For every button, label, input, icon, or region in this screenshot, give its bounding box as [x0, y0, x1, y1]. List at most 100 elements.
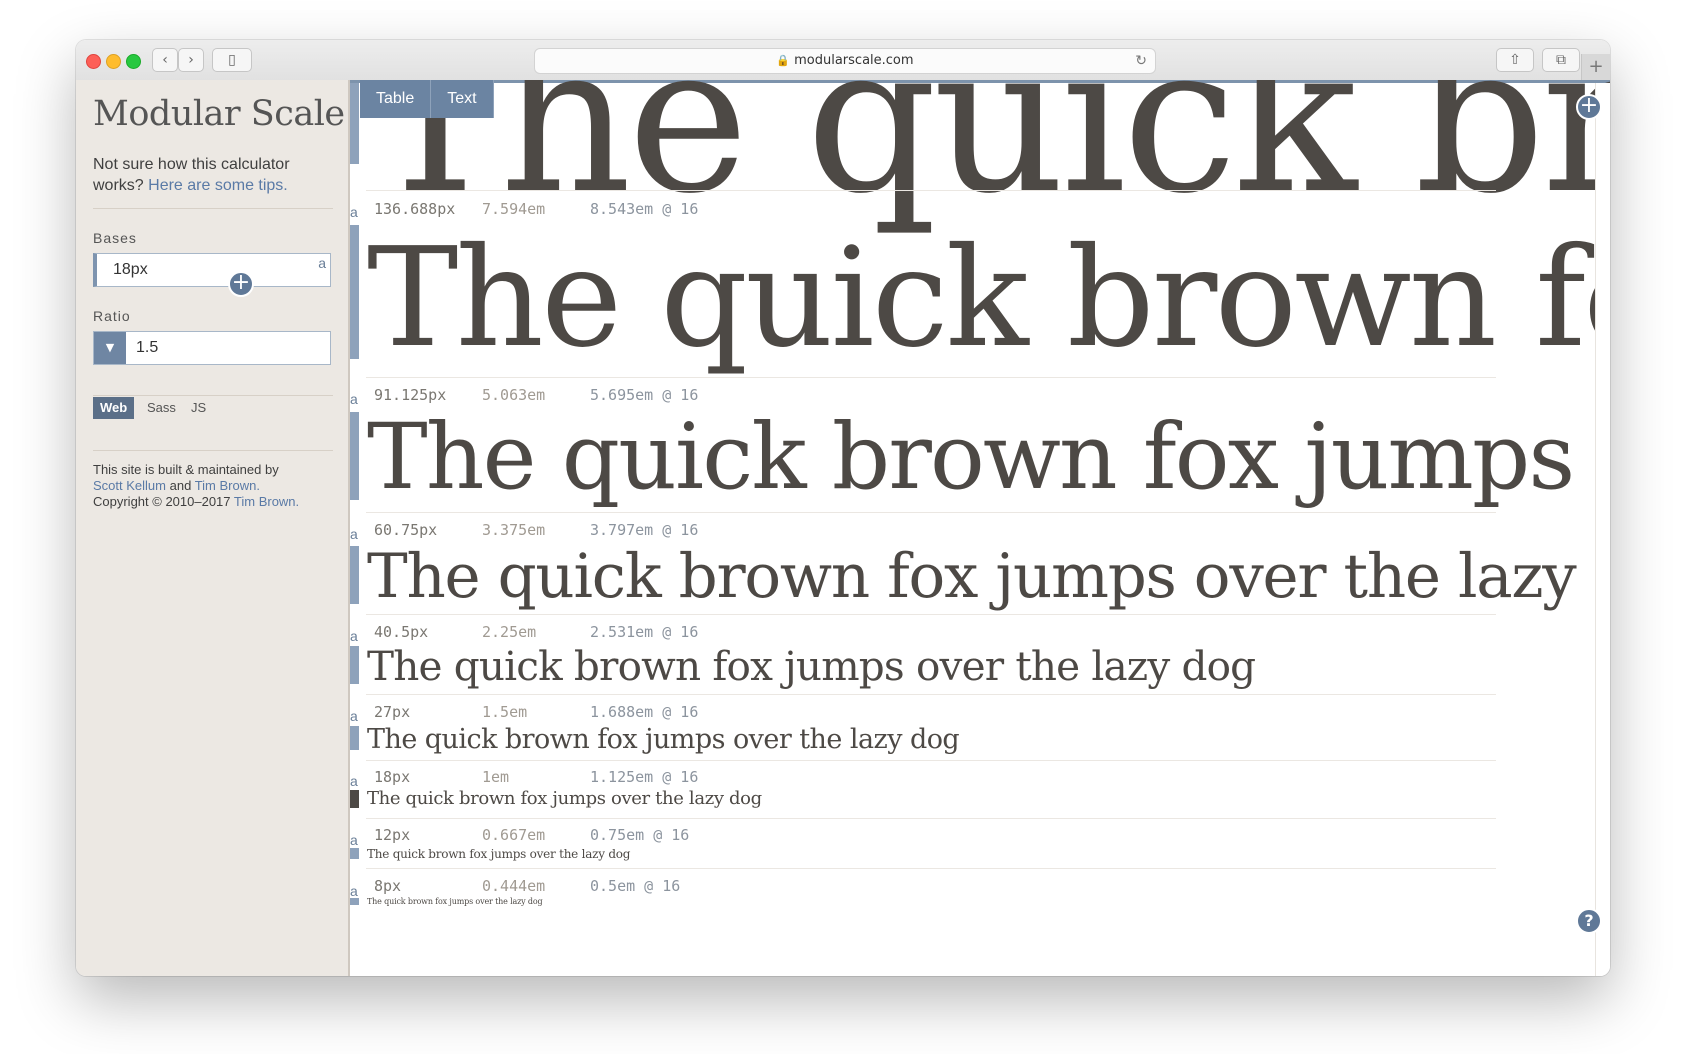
plus-icon: +: [231, 270, 251, 295]
scale-sample-6: The quick brown fox jumps over the lazy …: [367, 788, 762, 809]
scale-rem: 1.688em @ 16: [590, 703, 699, 721]
forward-button[interactable]: ›: [178, 48, 204, 72]
tabs-icon: ⧉: [1556, 52, 1566, 68]
scale-em: 2.25em: [482, 623, 537, 641]
close-window-button[interactable]: [86, 54, 101, 69]
scale-sample-3: The quick brown fox jumps over the lazy …: [367, 541, 1610, 612]
scale-sample-1: The quick brown fox jumps over the lazy …: [367, 219, 1610, 378]
browser-toolbar: ‹ › ▯ 🔒 modularscale.com ↻ ⇧ ⧉ +: [76, 40, 1610, 81]
base-a-badge: a: [318, 255, 326, 271]
scale-rem: 5.695em @ 16: [590, 386, 699, 404]
row-divider: [366, 377, 1496, 378]
credits: This site is built & maintained by Scott…: [93, 462, 333, 510]
tips-text: Not sure how this calculator works? Here…: [93, 154, 333, 196]
share-button[interactable]: ⇧: [1496, 48, 1534, 72]
scale-sample-2: The quick brown fox jumps over the lazy …: [367, 405, 1610, 510]
scale-bar: [350, 646, 359, 684]
tab-text[interactable]: Text: [431, 80, 494, 118]
tab-table[interactable]: Table: [360, 80, 432, 118]
scale-px: 12px: [374, 826, 411, 844]
sidebar-toggle-button[interactable]: ▯: [212, 48, 252, 72]
reload-icon[interactable]: ↻: [1135, 49, 1147, 73]
scale-bar: [350, 898, 359, 905]
scale-px: 40.5px: [374, 623, 429, 641]
scale-em: 5.063em: [482, 386, 546, 404]
lock-icon: 🔒: [776, 54, 791, 67]
tab-js[interactable]: JS: [184, 397, 213, 419]
add-step-button[interactable]: +: [1576, 94, 1602, 120]
bases-input[interactable]: [97, 254, 330, 286]
tips-link[interactable]: Here are some tips.: [148, 177, 288, 194]
divider: [93, 450, 333, 451]
scale-rem: 8.543em @ 16: [590, 200, 699, 218]
scale-em: 3.375em: [482, 521, 546, 539]
ratio-label: Ratio: [93, 308, 131, 324]
url-text: modularscale.com: [794, 53, 914, 68]
scale-bar: [350, 83, 359, 164]
scale-rem: 3.797em @ 16: [590, 521, 699, 539]
scale-px: 18px: [374, 768, 411, 786]
scale-sample-0: The quick brown fox jumps over the lazy …: [367, 80, 1610, 239]
scale-px: 60.75px: [374, 521, 438, 539]
scale-sample-5: The quick brown fox jumps over the lazy …: [367, 724, 960, 755]
credits-and: and: [169, 478, 192, 493]
share-icon: ⇧: [1509, 52, 1521, 68]
zoom-window-button[interactable]: [126, 54, 141, 69]
scale-em: 1em: [482, 768, 510, 786]
sidebar-icon: ▯: [228, 52, 236, 68]
row-a-badge: a: [350, 391, 358, 407]
view-tabs: Table Text: [360, 80, 494, 118]
credits-prefix: This site is built & maintained by: [93, 462, 279, 477]
tabs-overview-button[interactable]: ⧉: [1542, 48, 1580, 72]
row-divider: [366, 760, 1496, 761]
scroll-track[interactable]: [1595, 83, 1610, 976]
scale-em: 7.594em: [482, 200, 546, 218]
copyright-text: Copyright © 2010–2017: [93, 494, 231, 509]
scale-em: 0.444em: [482, 877, 546, 895]
address-bar[interactable]: 🔒 modularscale.com ↻: [534, 48, 1156, 74]
scale-px: 8px: [374, 877, 402, 895]
ratio-field: ▼: [93, 331, 331, 365]
author-link-scott[interactable]: Scott Kellum: [93, 478, 166, 493]
row-a-badge: a: [350, 883, 358, 899]
scale-px: 27px: [374, 703, 411, 721]
scale-px: 91.125px: [374, 386, 447, 404]
back-button[interactable]: ‹: [152, 48, 178, 72]
row-divider: [366, 190, 1496, 191]
scale-bar: [350, 412, 359, 500]
copyright-link-tim[interactable]: Tim Brown.: [234, 494, 299, 509]
ratio-input[interactable]: [94, 332, 330, 364]
author-link-tim[interactable]: Tim Brown.: [195, 478, 260, 493]
minimize-window-button[interactable]: [106, 54, 121, 69]
plus-icon: +: [1588, 56, 1604, 77]
scale-rem: 2.531em @ 16: [590, 623, 699, 641]
row-divider: [366, 614, 1496, 615]
row-a-badge: a: [350, 773, 358, 789]
scale-rem: 1.125em @ 16: [590, 768, 699, 786]
plus-icon: +: [1579, 93, 1599, 118]
divider: [93, 208, 333, 209]
scale-rem: 0.5em @ 16: [590, 877, 681, 895]
tab-sass[interactable]: Sass: [140, 397, 183, 419]
bases-field: a: [93, 253, 331, 287]
bases-label: Bases: [93, 230, 137, 246]
type-scale-panel: Table Text The quick brown fox jumps ove…: [350, 80, 1610, 976]
row-divider: [366, 512, 1496, 513]
row-a-badge: a: [350, 708, 358, 724]
forward-icon: ›: [188, 52, 194, 68]
browser-window: ‹ › ▯ 🔒 modularscale.com ↻ ⇧ ⧉ + Modular …: [76, 40, 1610, 976]
new-tab-button[interactable]: +: [1581, 54, 1610, 80]
help-button[interactable]: ?: [1576, 908, 1602, 934]
question-icon: ?: [1584, 911, 1594, 930]
row-divider: [366, 868, 1496, 869]
row-divider: [366, 694, 1496, 695]
scale-bar: [350, 848, 359, 859]
row-a-badge: a: [350, 204, 358, 220]
row-a-badge: a: [350, 526, 358, 542]
scale-sample-4: The quick brown fox jumps over the lazy …: [367, 642, 1256, 690]
row-a-badge: a: [350, 832, 358, 848]
add-base-button[interactable]: +: [228, 271, 254, 297]
tab-web[interactable]: Web: [93, 397, 135, 419]
scale-bar: [350, 225, 359, 359]
scale-bar: [350, 726, 359, 750]
